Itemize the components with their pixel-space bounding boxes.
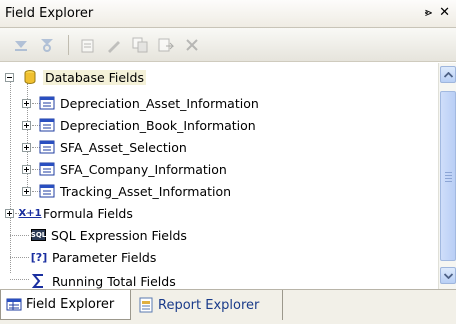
tree-node-label: Database Fields bbox=[43, 69, 146, 85]
table-icon bbox=[39, 117, 55, 133]
tree-node-label: Depreciation_Asset_Information bbox=[60, 95, 259, 111]
tree-node-table[interactable]: Depreciation_Asset_Information bbox=[22, 92, 259, 114]
panel-titlebar: Field Explorer ⩺ ✕ bbox=[0, 0, 456, 28]
panel-title: Field Explorer bbox=[5, 6, 94, 21]
scroll-thumb[interactable] bbox=[440, 91, 456, 261]
field-explorer-icon bbox=[6, 297, 22, 313]
expand-toggle[interactable] bbox=[22, 186, 31, 196]
tree-node-database-fields[interactable]: Database Fields bbox=[5, 66, 146, 88]
table-icon bbox=[39, 161, 55, 177]
pin-icon[interactable]: ⩺ bbox=[425, 5, 432, 20]
expand-toggle[interactable] bbox=[22, 98, 31, 108]
collapse-toggle[interactable] bbox=[5, 72, 14, 82]
rename-icon[interactable] bbox=[155, 34, 177, 56]
tree-node-table[interactable]: SFA_Company_Information bbox=[22, 158, 227, 180]
tree-node-running-total-fields[interactable]: Running Total Fields bbox=[22, 270, 176, 289]
report-explorer-icon bbox=[138, 297, 154, 313]
tree-node-label: Parameter Fields bbox=[52, 249, 157, 265]
tab-field-explorer[interactable]: Field Explorer bbox=[0, 290, 131, 320]
browse-icon[interactable] bbox=[36, 34, 58, 56]
tree-node-formula-fields[interactable]: X+1 Formula Fields bbox=[5, 202, 133, 224]
delete-icon[interactable] bbox=[181, 34, 203, 56]
close-icon[interactable]: ✕ bbox=[439, 5, 450, 20]
scroll-down-button[interactable] bbox=[440, 267, 456, 284]
tree-node-parameter-fields[interactable]: [?] Parameter Fields bbox=[22, 246, 157, 268]
running-total-icon bbox=[31, 273, 47, 289]
tree-node-table[interactable]: Depreciation_Book_Information bbox=[22, 114, 256, 136]
chevron-down-icon bbox=[443, 272, 453, 279]
expand-toggle[interactable] bbox=[5, 208, 14, 218]
tree-node-table[interactable]: SFA_Asset_Selection bbox=[22, 136, 187, 158]
tree-node-label: SFA_Asset_Selection bbox=[60, 139, 187, 155]
tree-node-label: Tracking_Asset_Information bbox=[60, 183, 232, 199]
formula-icon: X+1 bbox=[18, 207, 42, 219]
vertical-scrollbar[interactable] bbox=[438, 63, 456, 289]
edit-icon[interactable] bbox=[103, 34, 125, 56]
tab-report-explorer[interactable]: Report Explorer bbox=[133, 290, 283, 320]
tab-label: Field Explorer bbox=[26, 297, 115, 312]
toolbar bbox=[0, 28, 456, 62]
tree-node-label: Running Total Fields bbox=[52, 273, 176, 289]
tab-bar: Field Explorer Report Explorer bbox=[0, 289, 456, 324]
tree-node-label: SFA_Company_Information bbox=[60, 161, 227, 177]
duplicate-icon[interactable] bbox=[129, 34, 151, 56]
expand-toggle[interactable] bbox=[22, 142, 31, 152]
tree-node-table[interactable]: Tracking_Asset_Information bbox=[22, 180, 231, 202]
expand-toggle[interactable] bbox=[22, 120, 31, 130]
tree-node-label: Formula Fields bbox=[43, 205, 133, 221]
toolbar-separator bbox=[68, 34, 69, 55]
tree-node-sql-expression-fields[interactable]: SQL SQL Expression Fields bbox=[22, 224, 187, 246]
tree-node-label: Depreciation_Book_Information bbox=[60, 117, 256, 133]
insert-icon[interactable] bbox=[10, 34, 32, 56]
tree-node-label: SQL Expression Fields bbox=[51, 227, 187, 243]
table-icon bbox=[39, 183, 55, 199]
tab-label: Report Explorer bbox=[158, 297, 260, 313]
chevron-up-icon bbox=[443, 71, 453, 78]
sql-icon: SQL bbox=[30, 229, 47, 241]
scroll-up-button[interactable] bbox=[440, 66, 456, 83]
parameter-icon: [?] bbox=[30, 250, 48, 264]
expand-toggle[interactable] bbox=[22, 164, 31, 174]
field-tree: Database Fields Depreciation_Asset_Infor… bbox=[0, 63, 438, 289]
database-icon bbox=[22, 69, 38, 85]
new-icon[interactable] bbox=[77, 34, 99, 56]
table-icon bbox=[39, 139, 55, 155]
table-icon bbox=[39, 95, 55, 111]
